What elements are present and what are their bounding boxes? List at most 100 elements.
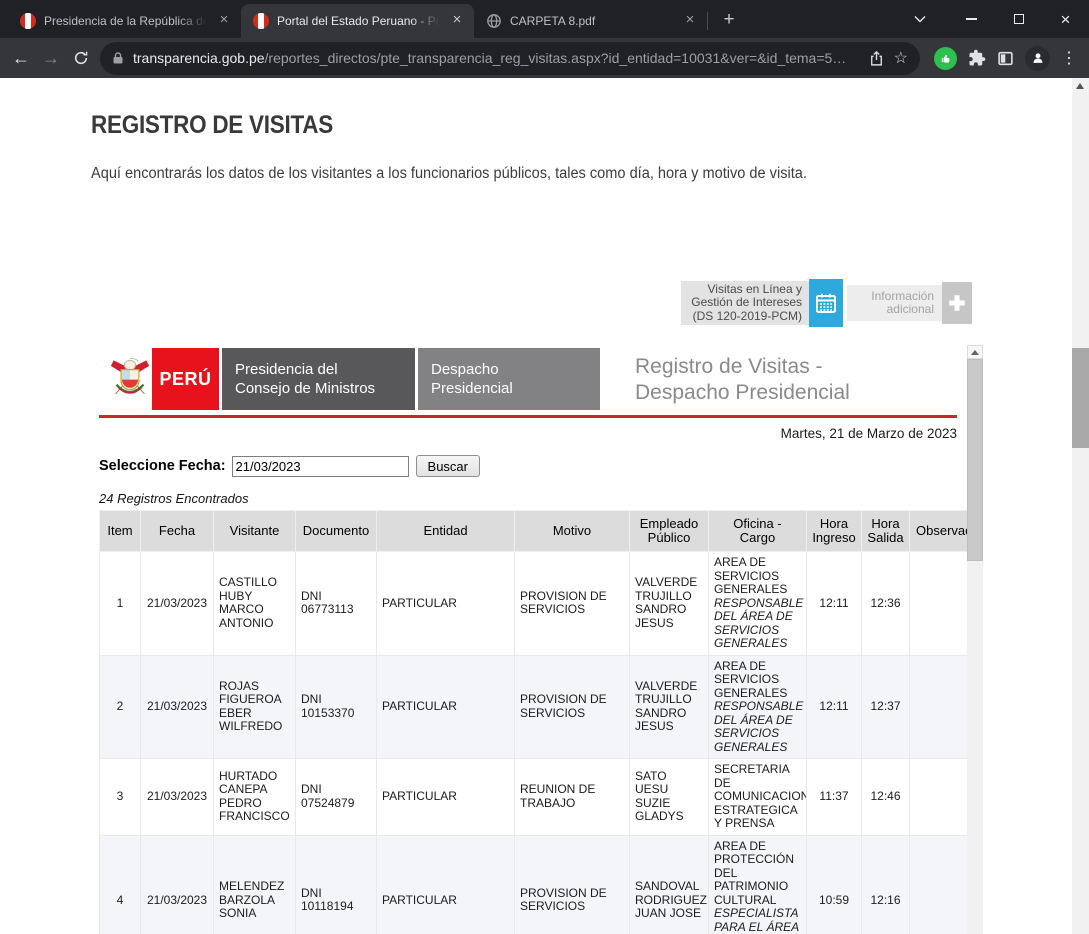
cell-hora-salida: 12:37 — [861, 654, 910, 759]
cell-documento: DNI 10153370 — [295, 654, 377, 759]
page-scroll-up-arrow[interactable] — [1076, 83, 1084, 89]
frame-scrollbar[interactable] — [967, 345, 983, 934]
cell-item: 4 — [99, 834, 141, 934]
column-header: Visitante — [213, 510, 296, 552]
browser-menu-icon[interactable]: ⋮ — [1061, 48, 1077, 68]
cell-observacion — [909, 654, 968, 759]
frame-scroll-up-arrow[interactable] — [967, 345, 983, 359]
url-path: /reportes_directos/pte_transparencia_reg… — [264, 50, 847, 66]
peru-coat-of-arms — [107, 348, 152, 410]
cell-motivo: PROVISION DE SERVICIOS — [514, 551, 630, 656]
date-input[interactable] — [231, 455, 409, 477]
cell-fecha: 21/03/2023 — [140, 654, 214, 759]
cell-motivo: REUNION DE TRABAJO — [514, 758, 630, 836]
side-panel-icon[interactable] — [997, 50, 1014, 67]
back-icon[interactable]: ← — [6, 43, 36, 73]
page-content: REGISTRO DE VISITAS Aquí encontrarás los… — [0, 78, 1089, 934]
share-icon[interactable] — [868, 50, 885, 67]
cell-hora-ingreso: 12:11 — [806, 654, 862, 759]
calendar-icon[interactable] — [809, 279, 843, 327]
plus-icon[interactable] — [942, 282, 972, 324]
cell-empleado-publico: VALVERDE TRUJILLO SANDRO JESUS — [629, 654, 709, 759]
cell-empleado-publico: SATO UESU SUZIE GLADYS — [629, 758, 709, 836]
pcm-block: Presidencia del Consejo de Ministros — [222, 348, 415, 410]
page-scrollbar[interactable] — [1072, 78, 1089, 934]
header-logo-row: PERÚ Presidencia del Consejo de Ministro… — [107, 348, 600, 410]
cell-observacion — [909, 551, 968, 656]
table-row: 4 21/03/2023 MELENDEZ BARZOLA SONIA DNI 101… — [99, 834, 968, 934]
cell-oficina-cargo: SECRETARIA DE COMUNICACION ESTRATEGICA Y… — [708, 758, 807, 836]
cargo-text: RESPONSABLE DEL ÁREA DE SERVICIOS GENERA… — [714, 595, 804, 650]
cell-documento: DNI 10118194 — [295, 834, 377, 934]
new-tab-button[interactable]: + — [716, 8, 742, 34]
peru-brand-block: PERÚ — [152, 348, 219, 410]
forward-icon[interactable]: → — [36, 43, 66, 73]
cell-visitante: MELENDEZ BARZOLA SONIA — [213, 834, 296, 934]
tab-close-icon[interactable]: × — [681, 12, 699, 30]
cell-visitante: HURTADO CANEPA PEDRO FRANCISCO — [213, 758, 296, 836]
cell-hora-ingreso: 11:37 — [806, 758, 862, 836]
adblock-extension-icon[interactable] — [934, 46, 957, 70]
cell-oficina-cargo: AREA DE SERVICIOS GENERALES RESPONSABLE … — [708, 551, 807, 656]
tab-close-icon[interactable]: × — [448, 12, 466, 30]
tab-title: Portal del Estado Peruano - Porta — [277, 14, 440, 28]
close-button[interactable]: × — [1042, 0, 1089, 38]
cell-hora-salida: 12:36 — [861, 551, 910, 656]
cell-observacion — [909, 834, 968, 934]
address-bar[interactable]: transparencia.gob.pe/reportes_directos/p… — [100, 41, 920, 75]
reload-icon[interactable] — [66, 43, 96, 73]
column-header: Motivo — [514, 510, 630, 552]
tab-separator — [707, 12, 708, 30]
lock-icon — [112, 51, 124, 65]
maximize-button[interactable] — [995, 0, 1042, 38]
tab-portal-estado-peruano[interactable]: Portal del Estado Peruano - Porta × — [241, 4, 474, 38]
column-header: Oficina - Cargo — [708, 510, 807, 552]
cell-hora-salida: 12:16 — [861, 834, 910, 934]
frame-scrollbar-thumb[interactable] — [967, 359, 983, 561]
tab-carpeta-pdf[interactable]: CARPETA 8.pdf × — [474, 4, 707, 38]
bookmark-star-icon[interactable]: ☆ — [894, 48, 908, 68]
buscar-button[interactable]: Buscar — [415, 455, 480, 477]
cell-item: 2 — [99, 654, 141, 759]
visitas-en-linea-badge[interactable]: Visitas en Línea y Gestión de Intereses … — [681, 281, 809, 325]
column-header: Documento — [295, 510, 377, 552]
tab-title: CARPETA 8.pdf — [510, 14, 596, 28]
cell-motivo: PROVISION DE SERVICIOS — [514, 834, 630, 934]
cell-empleado-publico: SANDOVAL RODRIGUEZ JUAN JOSE — [629, 834, 709, 934]
tab-close-icon[interactable]: × — [215, 12, 233, 30]
cell-fecha: 21/03/2023 — [140, 551, 214, 656]
cell-documento: DNI 06773113 — [295, 551, 377, 656]
cell-entidad: PARTICULAR — [376, 834, 515, 934]
peru-flag-favicon — [20, 13, 36, 29]
informacion-adicional-badge[interactable]: Información adicional — [847, 285, 942, 321]
page-scrollbar-thumb[interactable] — [1072, 348, 1089, 448]
extensions-puzzle-icon[interactable] — [968, 49, 986, 67]
cargo-text: ESPECIALISTA PARA EL ÁREA DE PROTECCIÓN — [714, 906, 799, 934]
cell-visitante: ROJAS FIGUEROA EBER WILFREDO — [213, 654, 296, 759]
table-header-row: Item Fecha Visitante Documento Entidad Motivo… — [99, 510, 968, 552]
column-header: Hora Ingreso — [806, 510, 862, 552]
page-title: REGISTRO DE VISITAS — [91, 111, 333, 139]
cell-entidad: PARTICULAR — [376, 654, 515, 759]
date-search-form: Seleccione Fecha: Buscar — [99, 455, 480, 477]
current-date: Martes, 21 de Marzo de 2023 — [780, 426, 957, 441]
tab-presidencia[interactable]: Presidencia de la República del P × — [8, 4, 241, 38]
globe-icon — [486, 13, 502, 29]
report-heading: Registro de Visitas - Despacho Presidenc… — [635, 355, 850, 404]
results-count: 24 Registros Encontrados — [99, 491, 249, 506]
date-label: Seleccione Fecha: — [99, 458, 226, 474]
column-header: Item — [99, 510, 141, 552]
cell-hora-salida: 12:46 — [861, 758, 910, 836]
cell-oficina-cargo: AREA DE SERVICIOS GENERALES RESPONSABLE … — [708, 654, 807, 759]
extensions-area: ⋮ — [928, 45, 1083, 71]
minimize-button[interactable] — [948, 0, 995, 38]
badges-row: Visitas en Línea y Gestión de Intereses … — [681, 279, 972, 327]
table-row: 1 21/03/2023 CASTILLO HUBY MARCO ANTONIO DN… — [99, 551, 968, 656]
visits-table: Item Fecha Visitante Documento Entidad Motivo… — [99, 510, 968, 934]
cell-item: 1 — [99, 551, 141, 656]
cell-observacion — [909, 758, 968, 836]
visits-report-frame: PERÚ Presidencia del Consejo de Ministro… — [95, 345, 983, 934]
cell-fecha: 21/03/2023 — [140, 758, 214, 836]
tab-search-chevron-icon[interactable] — [900, 0, 940, 38]
profile-avatar[interactable] — [1025, 45, 1050, 71]
